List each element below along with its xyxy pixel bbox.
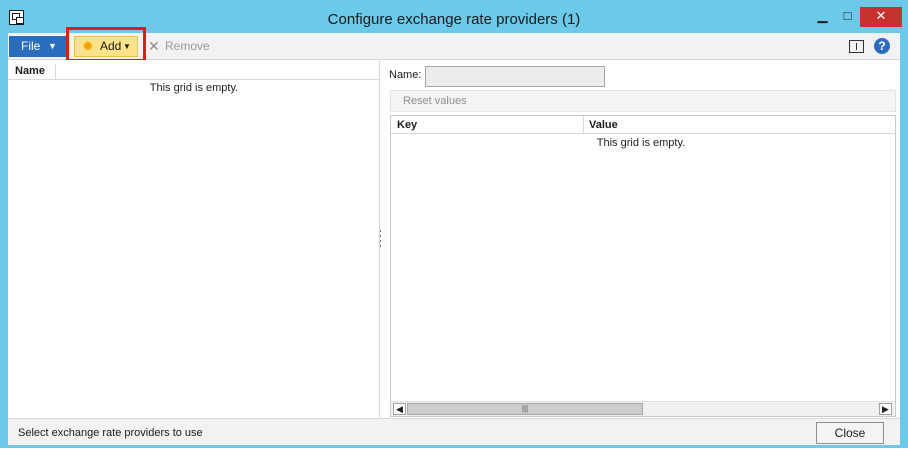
- column-header-value[interactable]: Value: [589, 119, 618, 131]
- scroll-right-icon[interactable]: ▶: [879, 403, 892, 415]
- status-text: Select exchange rate providers to use: [18, 427, 203, 439]
- x-remove-icon: ✕: [148, 38, 160, 54]
- key-value-grid[interactable]: Key Value This grid is empty. ◀ ||| ▶: [390, 115, 896, 417]
- column-header-name[interactable]: Name: [15, 65, 45, 77]
- providers-grid[interactable]: Name This grid is empty.: [8, 60, 380, 418]
- highlight-box: [66, 27, 146, 62]
- reset-toolbar: Reset values: [390, 90, 896, 112]
- chevron-down-icon: ▼: [48, 41, 57, 51]
- action-pane: File ▼ ✹ Add ▼ ✕ Remove ?: [8, 27, 900, 62]
- scroll-left-icon[interactable]: ◀: [393, 403, 406, 415]
- minimize-button[interactable]: ▁: [810, 7, 835, 27]
- name-field[interactable]: [425, 66, 605, 87]
- empty-grid-message: This grid is empty.: [149, 82, 239, 94]
- remove-button[interactable]: ✕ Remove: [148, 36, 218, 57]
- window-close-button[interactable]: ✕: [860, 7, 902, 27]
- help-icon[interactable]: ?: [874, 38, 890, 54]
- content-area: Name This grid is empty. Name: Reset val…: [8, 60, 900, 418]
- column-divider[interactable]: [55, 64, 56, 79]
- dialog-window: Configure exchange rate providers (1) ▁ …: [0, 0, 908, 448]
- maximize-button[interactable]: □: [835, 7, 860, 27]
- name-label: Name:: [389, 69, 422, 81]
- scrollbar-thumb[interactable]: |||: [407, 403, 643, 415]
- horizontal-scrollbar[interactable]: ◀ ||| ▶: [391, 401, 895, 416]
- file-menu-label: File: [21, 39, 41, 53]
- grid-header: Name: [8, 62, 380, 80]
- status-bar: Select exchange rate providers to use Cl…: [8, 418, 900, 445]
- grid-header: Key Value: [391, 116, 895, 134]
- layout-icon[interactable]: [849, 40, 864, 53]
- column-header-key[interactable]: Key: [397, 119, 417, 131]
- reset-values-button[interactable]: Reset values: [403, 95, 467, 107]
- details-pane: Name: Reset values Key Value This grid i…: [381, 60, 900, 418]
- empty-grid-message: This grid is empty.: [596, 137, 686, 149]
- file-menu-button[interactable]: File ▼: [9, 36, 67, 57]
- remove-label: Remove: [165, 39, 210, 53]
- close-button[interactable]: Close: [816, 422, 884, 444]
- column-divider[interactable]: [583, 116, 584, 134]
